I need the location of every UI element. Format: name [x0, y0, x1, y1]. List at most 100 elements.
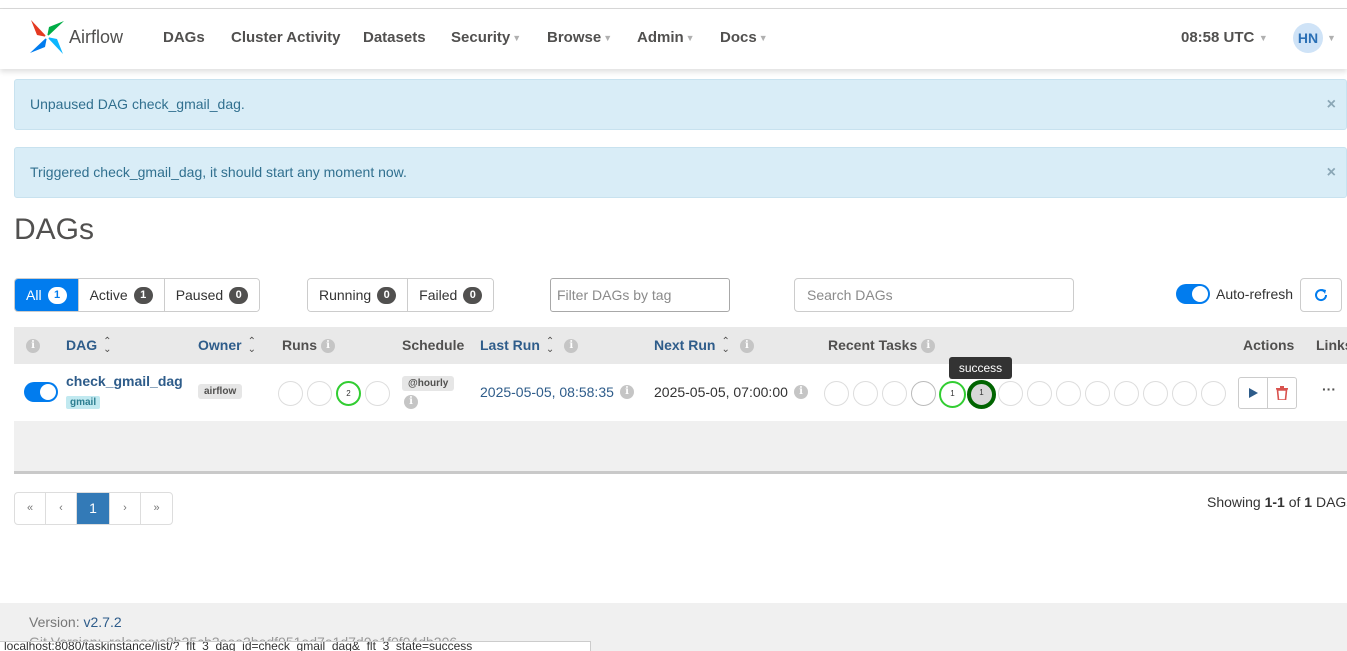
filter-label: Failed: [419, 287, 458, 303]
nav-docs[interactable]: Docs ▼: [720, 29, 768, 46]
version-label: Version:: [29, 614, 84, 630]
task-state-circle[interactable]: [824, 381, 849, 406]
dag-id-link[interactable]: check_gmail_dag: [66, 373, 183, 389]
nav-cluster-activity[interactable]: Cluster Activity: [231, 29, 340, 46]
task-state-circle[interactable]: [1201, 381, 1226, 406]
task-state-circle[interactable]: [1114, 381, 1139, 406]
alert-text: Triggered check_gmail_dag, it should sta…: [30, 164, 407, 180]
info-icon[interactable]: i: [794, 385, 808, 399]
nav-time[interactable]: 08:58 UTC ▼: [1181, 29, 1268, 46]
nav-browse[interactable]: Browse ▼: [547, 29, 612, 46]
refresh-button[interactable]: [1300, 278, 1342, 312]
refresh-icon: [1315, 289, 1328, 302]
filter-failed-button[interactable]: Failed 0: [408, 279, 494, 311]
run-state-circle-running[interactable]: 2: [336, 381, 361, 406]
header-label: Next Run: [654, 337, 716, 353]
task-state-circle[interactable]: [1143, 381, 1168, 406]
info-icon[interactable]: i: [620, 385, 634, 399]
tag-filter-input[interactable]: [550, 278, 730, 312]
run-state-circle[interactable]: [307, 381, 332, 406]
page-current-button[interactable]: 1: [77, 493, 110, 524]
browser-top-strip: [0, 0, 1347, 9]
chevron-down-icon: ▼: [603, 33, 613, 43]
header-dag[interactable]: DAG ⌃ ⌄: [66, 336, 112, 356]
task-state-circle[interactable]: [1027, 381, 1052, 406]
more-links-icon[interactable]: ···: [1322, 381, 1336, 397]
header-next-run[interactable]: Next Run ⌃ ⌄ i: [654, 337, 754, 355]
count-badge: 0: [463, 286, 483, 304]
header-actions: Actions: [1243, 337, 1295, 353]
run-filter-group: Running 0 Failed 0: [307, 278, 495, 312]
close-icon[interactable]: ×: [1327, 96, 1336, 114]
delete-dag-button[interactable]: [1267, 377, 1297, 409]
alert-unpaused: Unpaused DAG check_gmail_dag. ×: [14, 79, 1347, 130]
info-icon[interactable]: i: [564, 339, 579, 354]
nav-security[interactable]: Security ▼: [451, 29, 521, 46]
task-state-circle[interactable]: [1172, 381, 1197, 406]
filter-label: Active: [89, 287, 128, 303]
owner-badge[interactable]: airflow: [198, 384, 243, 399]
top-navbar: Airflow DAGs Cluster Activity Datasets S…: [0, 9, 1347, 69]
info-icon[interactable]: i: [404, 395, 418, 409]
task-state-circle[interactable]: [853, 381, 878, 406]
status-filter-group: All 1 Active 1 Paused 0: [14, 278, 261, 312]
user-avatar[interactable]: HN: [1293, 23, 1323, 53]
filter-running-button[interactable]: Running 0: [308, 279, 409, 311]
close-icon[interactable]: ×: [1327, 164, 1336, 182]
auto-refresh-toggle[interactable]: [1176, 284, 1210, 304]
filter-active-button[interactable]: Active 1: [78, 279, 165, 311]
task-state-circle[interactable]: [911, 381, 936, 406]
task-state-circle[interactable]: [998, 381, 1023, 406]
run-state-circle[interactable]: [278, 381, 303, 406]
info-icon[interactable]: i: [921, 339, 936, 354]
nav-admin[interactable]: Admin ▼: [637, 29, 695, 46]
browser-status-url: localhost:8080/taskinstance/list/?_flt_3…: [0, 641, 591, 651]
header-label: DAG: [66, 337, 98, 353]
header-last-run[interactable]: Last Run ⌃ ⌄ i: [480, 337, 579, 355]
showing-prefix: Showing: [1207, 494, 1265, 510]
page-first-button[interactable]: «: [15, 493, 46, 524]
dag-tag[interactable]: gmail: [66, 396, 101, 409]
play-icon: [1249, 388, 1258, 398]
last-run-link[interactable]: 2025-05-05, 08:58:35: [480, 384, 614, 400]
trash-icon: [1276, 386, 1288, 400]
filter-all-button[interactable]: All 1: [15, 279, 79, 311]
nav-browse-label: Browse: [547, 29, 602, 46]
task-state-circle-running[interactable]: 1: [939, 381, 966, 408]
select-all-info: i: [26, 337, 40, 354]
info-icon[interactable]: i: [739, 339, 754, 354]
header-schedule: Schedule: [402, 337, 465, 353]
pagination: « ‹ 1 › »: [14, 492, 173, 525]
header-label: Runs: [282, 337, 317, 353]
nav-dags[interactable]: DAGs: [163, 29, 205, 46]
chevron-down-icon[interactable]: ▼: [1327, 33, 1336, 43]
page-title: DAGs: [14, 213, 95, 246]
filter-label: Paused: [175, 287, 224, 303]
task-state-circle[interactable]: [1056, 381, 1081, 406]
filter-paused-button[interactable]: Paused 0: [164, 279, 260, 311]
nav-datasets[interactable]: Datasets: [363, 29, 426, 46]
version-link[interactable]: v2.7.2: [83, 614, 121, 630]
search-dags-input[interactable]: [794, 278, 1074, 312]
count-badge: 0: [229, 286, 249, 304]
trigger-dag-button[interactable]: [1238, 377, 1268, 409]
info-icon[interactable]: i: [321, 339, 335, 354]
showing-total: 1: [1304, 494, 1313, 510]
task-state-circle-success[interactable]: 1: [967, 380, 996, 409]
run-state-circle[interactable]: [365, 381, 390, 406]
filter-label: Running: [319, 287, 372, 303]
sort-icon: ⌃ ⌄: [103, 336, 112, 356]
task-state-circle[interactable]: [882, 381, 907, 406]
task-state-circle[interactable]: [1085, 381, 1110, 406]
schedule-badge[interactable]: @hourly: [402, 376, 455, 391]
brand[interactable]: Airflow: [28, 18, 123, 56]
table-header: i DAG ⌃ ⌄ Owner ⌃ ⌄ Runs i Schedule Last Run ⌃…: [14, 327, 1347, 364]
page-next-button[interactable]: ›: [110, 493, 141, 524]
filter-label: All: [26, 287, 42, 303]
dag-pause-toggle[interactable]: [24, 382, 58, 402]
header-owner[interactable]: Owner ⌃ ⌄: [198, 336, 256, 356]
page-last-button[interactable]: »: [141, 493, 172, 524]
page-prev-button[interactable]: ‹: [46, 493, 77, 524]
nav-admin-label: Admin: [637, 29, 684, 46]
sort-icon: ⌃ ⌄: [247, 336, 256, 356]
